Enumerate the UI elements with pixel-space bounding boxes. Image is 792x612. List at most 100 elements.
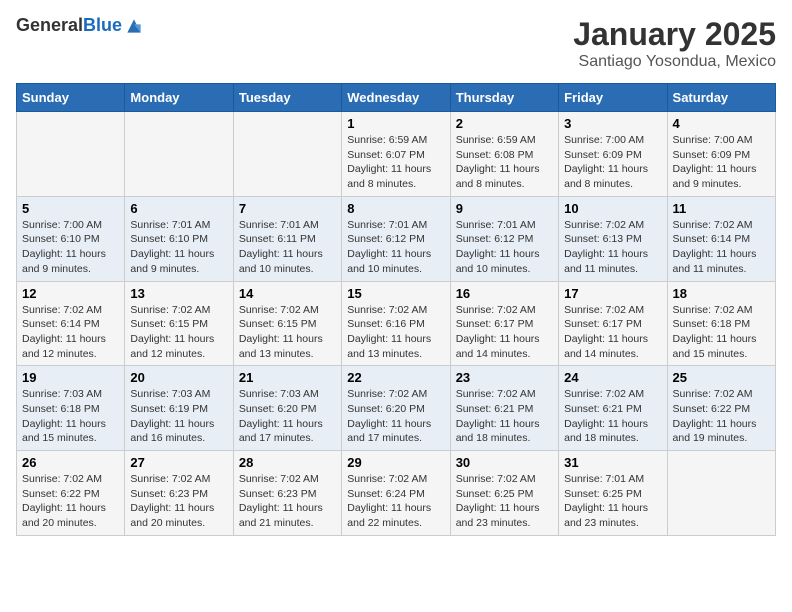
header-day-tuesday: Tuesday	[233, 84, 341, 112]
day-number: 1	[347, 116, 444, 131]
calendar-header: SundayMondayTuesdayWednesdayThursdayFrid…	[17, 84, 776, 112]
day-info: Sunrise: 7:02 AM Sunset: 6:23 PM Dayligh…	[239, 472, 336, 531]
calendar-cell: 5 Sunrise: 7:00 AM Sunset: 6:10 PM Daylig…	[17, 196, 125, 281]
logo-icon	[124, 16, 144, 36]
day-info: Sunrise: 7:02 AM Sunset: 6:13 PM Dayligh…	[564, 218, 661, 277]
calendar-cell	[17, 112, 125, 197]
day-info: Sunrise: 7:03 AM Sunset: 6:20 PM Dayligh…	[239, 387, 336, 446]
day-number: 26	[22, 455, 119, 470]
day-info: Sunrise: 7:02 AM Sunset: 6:21 PM Dayligh…	[456, 387, 553, 446]
calendar-cell: 30Sunrise: 7:02 AM Sunset: 6:25 PM Dayli…	[450, 451, 558, 536]
day-info: Sunrise: 7:02 AM Sunset: 6:25 PM Dayligh…	[456, 472, 553, 531]
day-number: 11	[673, 201, 770, 216]
day-info: Sunrise: 7:03 AM Sunset: 6:18 PM Dayligh…	[22, 387, 119, 446]
day-number: 3	[564, 116, 661, 131]
calendar-cell: 2 Sunrise: 6:59 AM Sunset: 6:08 PM Daylig…	[450, 112, 558, 197]
day-info: Sunrise: 7:02 AM Sunset: 6:18 PM Dayligh…	[673, 303, 770, 362]
calendar-cell: 24 Sunrise: 7:02 AM Sunset: 6:21 PM Dayli…	[559, 366, 667, 451]
day-info: Sunrise: 7:02 AM Sunset: 6:14 PM Dayligh…	[22, 303, 119, 362]
day-number: 20	[130, 370, 227, 385]
day-number: 17	[564, 286, 661, 301]
page-subtitle: Santiago Yosondua, Mexico	[573, 53, 776, 71]
calendar-cell: 23 Sunrise: 7:02 AM Sunset: 6:21 PM Dayli…	[450, 366, 558, 451]
day-number: 2	[456, 116, 553, 131]
logo-general-text: General	[16, 15, 83, 35]
calendar-cell: 9Sunrise: 7:01 AM Sunset: 6:12 PM Daylig…	[450, 196, 558, 281]
day-number: 24	[564, 370, 661, 385]
day-info: Sunrise: 6:59 AM Sunset: 6:08 PM Dayligh…	[456, 133, 553, 192]
calendar-cell: 8Sunrise: 7:01 AM Sunset: 6:12 PM Daylig…	[342, 196, 450, 281]
calendar-cell: 19 Sunrise: 7:03 AM Sunset: 6:18 PM Dayli…	[17, 366, 125, 451]
calendar-cell: 1 Sunrise: 6:59 AM Sunset: 6:07 PM Daylig…	[342, 112, 450, 197]
day-number: 10	[564, 201, 661, 216]
day-number: 13	[130, 286, 227, 301]
week-row-5: 26 Sunrise: 7:02 AM Sunset: 6:22 PM Dayli…	[17, 451, 776, 536]
day-info: Sunrise: 7:01 AM Sunset: 6:12 PM Dayligh…	[347, 218, 444, 277]
header-day-thursday: Thursday	[450, 84, 558, 112]
calendar-cell: 12 Sunrise: 7:02 AM Sunset: 6:14 PM Dayli…	[17, 281, 125, 366]
day-info: Sunrise: 7:01 AM Sunset: 6:10 PM Dayligh…	[130, 218, 227, 277]
day-number: 31	[564, 455, 661, 470]
day-info: Sunrise: 7:00 AM Sunset: 6:10 PM Dayligh…	[22, 218, 119, 277]
day-info: Sunrise: 7:00 AM Sunset: 6:09 PM Dayligh…	[673, 133, 770, 192]
day-info: Sunrise: 7:02 AM Sunset: 6:14 PM Dayligh…	[673, 218, 770, 277]
day-number: 7	[239, 201, 336, 216]
day-info: Sunrise: 7:02 AM Sunset: 6:24 PM Dayligh…	[347, 472, 444, 531]
week-row-2: 5 Sunrise: 7:00 AM Sunset: 6:10 PM Daylig…	[17, 196, 776, 281]
calendar-body: 1 Sunrise: 6:59 AM Sunset: 6:07 PM Daylig…	[17, 112, 776, 536]
page-title: January 2025	[573, 16, 776, 53]
day-number: 28	[239, 455, 336, 470]
calendar-cell	[233, 112, 341, 197]
day-number: 6	[130, 201, 227, 216]
calendar-cell: 20 Sunrise: 7:03 AM Sunset: 6:19 PM Dayli…	[125, 366, 233, 451]
header-day-wednesday: Wednesday	[342, 84, 450, 112]
header-day-monday: Monday	[125, 84, 233, 112]
day-number: 21	[239, 370, 336, 385]
week-row-3: 12 Sunrise: 7:02 AM Sunset: 6:14 PM Dayli…	[17, 281, 776, 366]
calendar-cell: 13 Sunrise: 7:02 AM Sunset: 6:15 PM Dayli…	[125, 281, 233, 366]
day-number: 15	[347, 286, 444, 301]
day-number: 14	[239, 286, 336, 301]
day-info: Sunrise: 6:59 AM Sunset: 6:07 PM Dayligh…	[347, 133, 444, 192]
calendar-cell: 16Sunrise: 7:02 AM Sunset: 6:17 PM Dayli…	[450, 281, 558, 366]
header-day-sunday: Sunday	[17, 84, 125, 112]
calendar-cell: 29 Sunrise: 7:02 AM Sunset: 6:24 PM Dayli…	[342, 451, 450, 536]
day-info: Sunrise: 7:02 AM Sunset: 6:22 PM Dayligh…	[22, 472, 119, 531]
calendar-cell: 18 Sunrise: 7:02 AM Sunset: 6:18 PM Dayli…	[667, 281, 775, 366]
calendar-cell: 26 Sunrise: 7:02 AM Sunset: 6:22 PM Dayli…	[17, 451, 125, 536]
day-info: Sunrise: 7:02 AM Sunset: 6:15 PM Dayligh…	[130, 303, 227, 362]
title-block: January 2025 Santiago Yosondua, Mexico	[573, 16, 776, 71]
day-info: Sunrise: 7:01 AM Sunset: 6:11 PM Dayligh…	[239, 218, 336, 277]
calendar-cell: 25 Sunrise: 7:02 AM Sunset: 6:22 PM Dayli…	[667, 366, 775, 451]
header-row: SundayMondayTuesdayWednesdayThursdayFrid…	[17, 84, 776, 112]
day-info: Sunrise: 7:02 AM Sunset: 6:15 PM Dayligh…	[239, 303, 336, 362]
day-number: 19	[22, 370, 119, 385]
day-number: 22	[347, 370, 444, 385]
header-day-friday: Friday	[559, 84, 667, 112]
day-number: 27	[130, 455, 227, 470]
day-info: Sunrise: 7:02 AM Sunset: 6:22 PM Dayligh…	[673, 387, 770, 446]
day-info: Sunrise: 7:00 AM Sunset: 6:09 PM Dayligh…	[564, 133, 661, 192]
day-info: Sunrise: 7:02 AM Sunset: 6:21 PM Dayligh…	[564, 387, 661, 446]
day-number: 23	[456, 370, 553, 385]
day-info: Sunrise: 7:01 AM Sunset: 6:25 PM Dayligh…	[564, 472, 661, 531]
day-number: 5	[22, 201, 119, 216]
day-number: 29	[347, 455, 444, 470]
page-header: GeneralBlue January 2025 Santiago Yosond…	[16, 16, 776, 71]
day-number: 18	[673, 286, 770, 301]
calendar-cell: 10 Sunrise: 7:02 AM Sunset: 6:13 PM Dayli…	[559, 196, 667, 281]
day-number: 9	[456, 201, 553, 216]
calendar-cell: 7 Sunrise: 7:01 AM Sunset: 6:11 PM Daylig…	[233, 196, 341, 281]
calendar-cell: 15Sunrise: 7:02 AM Sunset: 6:16 PM Dayli…	[342, 281, 450, 366]
calendar-cell: 6 Sunrise: 7:01 AM Sunset: 6:10 PM Daylig…	[125, 196, 233, 281]
calendar-cell	[125, 112, 233, 197]
day-info: Sunrise: 7:02 AM Sunset: 6:17 PM Dayligh…	[564, 303, 661, 362]
day-number: 25	[673, 370, 770, 385]
day-number: 12	[22, 286, 119, 301]
day-info: Sunrise: 7:03 AM Sunset: 6:19 PM Dayligh…	[130, 387, 227, 446]
day-info: Sunrise: 7:02 AM Sunset: 6:23 PM Dayligh…	[130, 472, 227, 531]
calendar-cell: 27 Sunrise: 7:02 AM Sunset: 6:23 PM Dayli…	[125, 451, 233, 536]
calendar-cell: 21 Sunrise: 7:03 AM Sunset: 6:20 PM Dayli…	[233, 366, 341, 451]
logo-blue-text: Blue	[83, 15, 122, 35]
calendar-cell: 4Sunrise: 7:00 AM Sunset: 6:09 PM Daylig…	[667, 112, 775, 197]
